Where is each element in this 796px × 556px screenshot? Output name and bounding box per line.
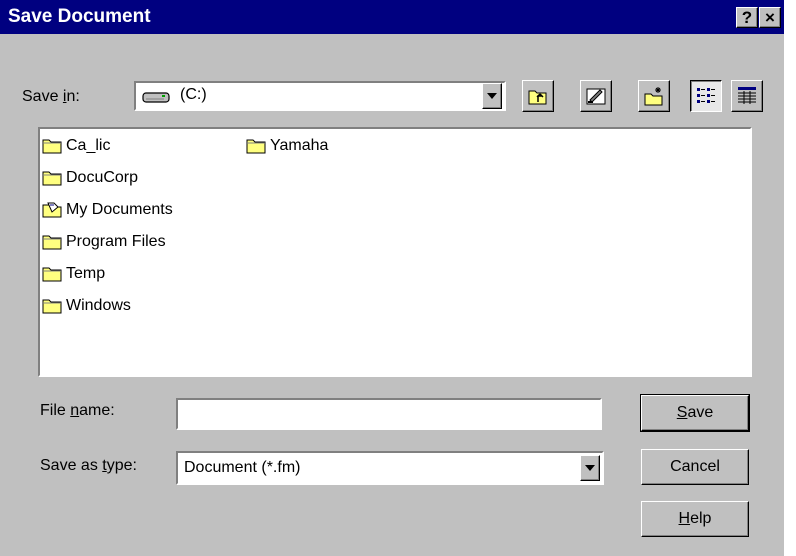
list-item[interactable]: Yamaha (246, 135, 328, 157)
details-view-button[interactable] (731, 80, 763, 112)
folder-icon (42, 266, 62, 282)
help-title-button[interactable]: ? (736, 7, 758, 28)
up-one-level-icon (528, 90, 547, 105)
file-name: DocuCorp (66, 169, 139, 186)
my-documents-icon (42, 202, 62, 218)
file-name: Temp (66, 265, 106, 282)
save-as-type-value: Document (*.fm) (184, 459, 301, 476)
window-title: Save Document (8, 6, 151, 27)
save-button[interactable]: Save (640, 394, 750, 432)
file-name: Windows (66, 297, 131, 314)
folder-icon (42, 138, 62, 154)
list-item[interactable]: Ca_lic (42, 135, 110, 157)
folder-icon (42, 298, 62, 314)
file-name: Program Files (66, 233, 166, 250)
list-item[interactable]: Temp (42, 263, 105, 285)
list-view-icon (697, 88, 715, 103)
new-folder-button[interactable] (638, 80, 670, 112)
title-bar[interactable]: Save Document ? × (0, 0, 784, 34)
save-in-dropdown-button[interactable] (482, 83, 502, 109)
folder-icon (246, 138, 266, 154)
save-in-value: (C:) (180, 86, 207, 103)
new-folder-icon (644, 87, 663, 106)
save-as-type-select[interactable]: Document (*.fm) (176, 451, 604, 485)
save-in-combobox[interactable]: (C:) (134, 81, 506, 111)
save-in-label: Save in: (22, 88, 80, 105)
list-view-button[interactable] (690, 80, 722, 112)
list-item[interactable]: My Documents (42, 199, 173, 221)
save-document-dialog: Save Document ? × Save in: (C:) Ca_lic D… (0, 0, 784, 556)
save-as-type-dropdown-button[interactable] (580, 455, 600, 481)
list-item[interactable]: Program Files (42, 231, 166, 253)
cancel-button[interactable]: Cancel (641, 449, 749, 485)
desktop-button[interactable] (580, 80, 612, 112)
details-view-icon (738, 87, 756, 104)
file-name: My Documents (66, 201, 173, 218)
chevron-down-icon (487, 93, 497, 99)
file-list[interactable]: Ca_lic DocuCorp My Documents Program Fil… (38, 127, 752, 377)
list-item[interactable]: Windows (42, 295, 131, 317)
hard-drive-icon (142, 89, 170, 110)
desktop-icon (586, 88, 606, 105)
help-button[interactable]: Help (641, 501, 749, 537)
file-name: Ca_lic (66, 137, 111, 154)
up-one-level-button[interactable] (522, 80, 554, 112)
file-name-label: File name: (40, 402, 115, 419)
save-as-type-label: Save as type: (40, 457, 137, 474)
list-item[interactable]: DocuCorp (42, 167, 138, 189)
close-button[interactable]: × (759, 7, 781, 28)
folder-icon (42, 170, 62, 186)
file-name: Yamaha (270, 137, 329, 154)
chevron-down-icon (585, 465, 595, 471)
file-name-input[interactable] (176, 398, 602, 430)
folder-icon (42, 234, 62, 250)
